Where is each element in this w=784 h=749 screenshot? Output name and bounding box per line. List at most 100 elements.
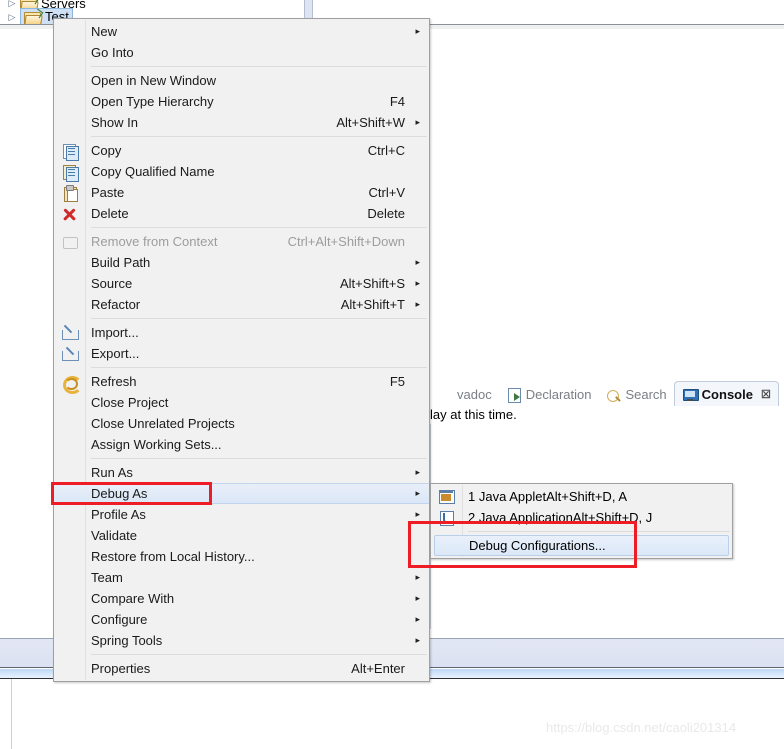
bottom-left-border (11, 679, 12, 749)
menu-item-label: Configure (91, 612, 148, 627)
delete-icon (61, 206, 78, 222)
watermark-text: https://blog.csdn.net/caoli201314 (546, 720, 737, 735)
java-applet-icon (438, 489, 455, 505)
console-tabstrip: vadoc Declaration Search Console ☒ Pro (430, 380, 784, 406)
menu-item-label: Debug Configurations... (469, 538, 606, 553)
menu-item-label: Copy (91, 143, 122, 158)
menu-item-accelerator: Alt+Shift+W (336, 115, 405, 130)
tab-label: Search (625, 386, 667, 402)
declaration-icon (506, 387, 521, 403)
menu-item-copy[interactable]: Copy Ctrl+C (54, 140, 429, 161)
tab-search[interactable]: Search (598, 382, 673, 406)
menu-item-label: Remove from Context (91, 234, 218, 249)
menu-item-2-java-application[interactable]: 2 Java Application Alt+Shift+D, J (431, 507, 732, 528)
menu-separator (91, 318, 427, 319)
menu-item-import[interactable]: Import... (54, 322, 429, 343)
tab-javadoc[interactable]: vadoc (430, 382, 499, 406)
menu-item-accelerator: Delete (367, 206, 405, 221)
chevron-right-icon: ▸ (415, 26, 420, 36)
chevron-right-icon: ▸ (415, 299, 420, 309)
menu-item-label: 2 Java Application (468, 510, 573, 525)
menu-item-label: 1 Java Applet (468, 489, 547, 504)
menu-item-open-type-hierarchy[interactable]: Open Type Hierarchy F4 (54, 91, 429, 112)
menu-item-accelerator: Ctrl+V (368, 185, 405, 200)
menu-item-debug-as[interactable]: Debug As ▸ (54, 483, 429, 504)
tab-console[interactable]: Console ☒ (673, 381, 779, 406)
menu-item-properties[interactable]: Properties Alt+Enter (54, 658, 429, 679)
menu-item-label: Build Path (91, 255, 151, 270)
chevron-right-icon: ▸ (415, 467, 420, 477)
search-icon (605, 387, 622, 402)
menu-item-open-in-new-window[interactable]: Open in New Window (54, 70, 429, 91)
menu-separator (91, 227, 427, 228)
menu-item-close-project[interactable]: Close Project (54, 392, 429, 413)
menu-item-label: Source (91, 276, 133, 291)
menu-item-label: Import... (91, 325, 139, 340)
menu-item-validate[interactable]: Validate (54, 525, 429, 546)
menu-item-delete[interactable]: Delete Delete (54, 203, 429, 224)
menu-item-label: Show In (91, 115, 138, 130)
menu-item-label: Paste (91, 185, 125, 200)
refresh-icon (61, 374, 82, 394)
menu-item-copy-qualified-name[interactable]: Copy Qualified Name (54, 161, 429, 182)
javadoc-icon (437, 387, 452, 401)
menu-item-show-in[interactable]: Show In Alt+Shift+W ▸ (54, 112, 429, 133)
menu-item-export[interactable]: Export... (54, 343, 429, 364)
menu-separator (468, 531, 730, 532)
menu-item-accelerator: Alt+Shift+S (339, 276, 405, 291)
close-icon[interactable]: ☒ (761, 388, 771, 401)
paste-icon (61, 184, 78, 202)
tab-label: vadoc (457, 386, 492, 402)
tab-label: Declaration (525, 386, 592, 402)
menu-item-compare-with[interactable]: Compare With ▸ (54, 588, 429, 609)
project-folder-icon (24, 8, 44, 25)
tab-declaration[interactable]: Declaration (499, 382, 599, 406)
menu-item-team[interactable]: Team ▸ (54, 567, 429, 588)
menu-item-restore-from-local-history[interactable]: Restore from Local History... (54, 546, 429, 567)
menu-item-accelerator: F5 (389, 374, 405, 389)
menu-item-label: Export... (91, 346, 140, 361)
menu-item-build-path[interactable]: Build Path ▸ (54, 252, 429, 273)
java-application-icon (438, 510, 455, 526)
menu-item-refresh[interactable]: Refresh F5 (54, 371, 429, 394)
chevron-right-icon: ▸ (415, 635, 420, 645)
menu-item-spring-tools[interactable]: Spring Tools ▸ (54, 630, 429, 651)
chevron-right-icon: ▸ (415, 257, 420, 267)
copy-icon (61, 143, 79, 161)
menu-item-new[interactable]: New ▸ (54, 21, 429, 42)
menu-item-label: Open Type Hierarchy (91, 94, 214, 109)
menu-item-1-java-applet[interactable]: 1 Java Applet Alt+Shift+D, A (431, 486, 732, 507)
menu-item-label: Close Unrelated Projects (91, 416, 235, 431)
debug-as-submenu[interactable]: 1 Java Applet Alt+Shift+D, A2 Java Applic… (430, 483, 733, 559)
menu-item-accelerator: Ctrl+C (367, 143, 405, 158)
menu-item-debug-configurations[interactable]: Debug Configurations... (434, 535, 729, 556)
chevron-right-icon: ▸ (415, 614, 420, 624)
chevron-right-icon: ▸ (415, 593, 420, 603)
menu-item-go-into[interactable]: Go Into (54, 42, 429, 63)
menu-item-close-unrelated-projects[interactable]: Close Unrelated Projects (54, 413, 429, 434)
menu-item-refactor[interactable]: Refactor Alt+Shift+T ▸ (54, 294, 429, 315)
menu-separator (91, 66, 427, 67)
menu-item-accelerator: Alt+Shift+D, A (546, 489, 627, 504)
menu-item-paste[interactable]: Paste Ctrl+V (54, 182, 429, 203)
menu-item-source[interactable]: Source Alt+Shift+S ▸ (54, 273, 429, 294)
menu-item-label: New (91, 24, 118, 39)
import-icon (61, 324, 79, 341)
menu-item-label: Validate (91, 528, 138, 543)
menu-item-label: Go Into (91, 45, 134, 60)
chevron-right-icon: ▸ (415, 509, 420, 519)
chevron-right-icon: ▸ (415, 572, 420, 582)
menu-separator (91, 367, 427, 368)
copy-qualified-name-icon (61, 164, 79, 182)
menu-item-profile-as[interactable]: Profile As ▸ (54, 504, 429, 525)
export-icon (61, 346, 79, 362)
project-context-menu[interactable]: New ▸ Go Into Open in New Window Open Type H… (53, 18, 430, 682)
tab-progress[interactable]: Pro (779, 382, 784, 406)
console-icon (682, 387, 699, 401)
menu-item-run-as[interactable]: Run As ▸ (54, 462, 429, 483)
menu-item-configure[interactable]: Configure ▸ (54, 609, 429, 630)
menu-item-accelerator: Alt+Shift+D, J (572, 510, 653, 525)
chevron-right-icon: ▸ (415, 488, 420, 498)
console-message: lay at this time. (430, 407, 517, 422)
menu-item-assign-working-sets[interactable]: Assign Working Sets... (54, 434, 429, 455)
